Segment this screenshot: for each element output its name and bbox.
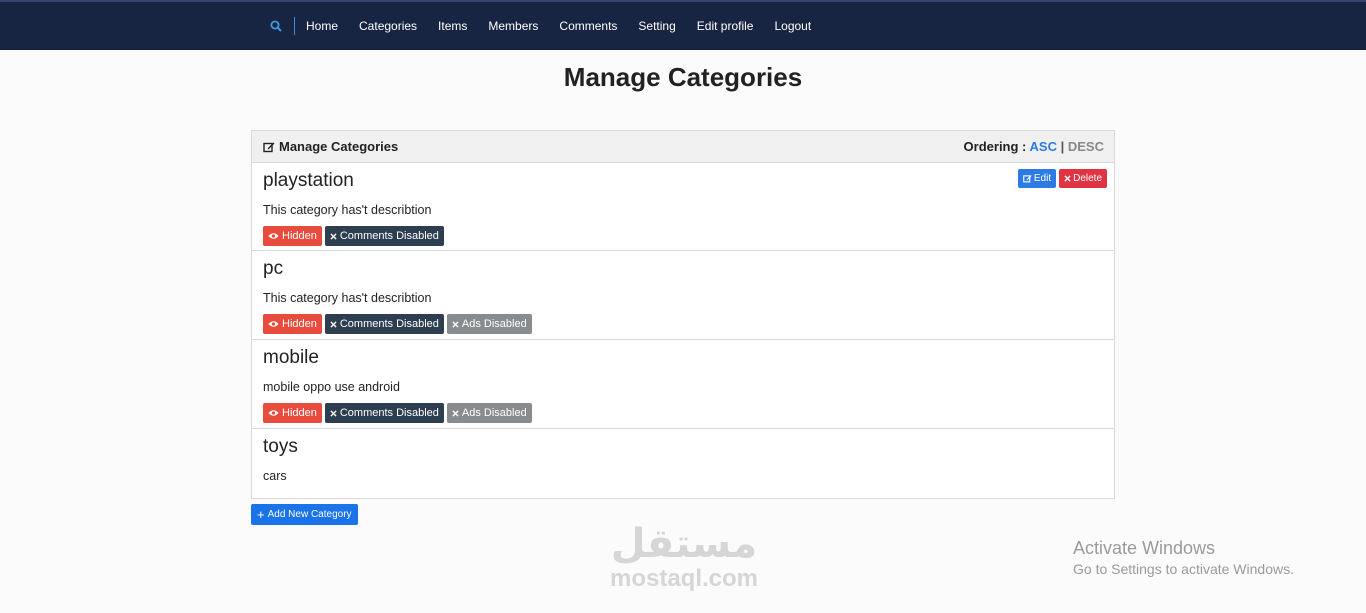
nav-items[interactable]: Items [438, 19, 467, 33]
eye-icon [268, 233, 279, 239]
page-title: Manage Categories [563, 62, 803, 92]
eye-icon [268, 410, 279, 416]
add-category-label: Add New Category [267, 509, 352, 520]
close-icon [330, 232, 337, 240]
edit-icon [263, 142, 275, 152]
category-actions: Edit Delete [1015, 169, 1107, 188]
category-name: mobile [263, 347, 319, 368]
ordering-control: Ordering : ASC | DESC [964, 139, 1104, 154]
eye-icon [268, 321, 279, 327]
delete-button[interactable]: Delete [1059, 169, 1107, 188]
category-item: pc This category has't describtion Hidde… [252, 251, 1114, 340]
nav-setting[interactable]: Setting [638, 19, 675, 33]
activation-subtitle: Go to Settings to activate Windows. [1073, 561, 1294, 577]
ordering-separator: | [1060, 139, 1065, 154]
delete-button-label: Delete [1073, 173, 1102, 184]
windows-activation-notice: Activate Windows Go to Settings to activ… [1073, 537, 1294, 579]
order-desc-link[interactable]: DESC [1068, 139, 1104, 154]
category-item: playstation Edit Delete This category ha… [252, 163, 1114, 251]
close-icon [330, 320, 337, 328]
nav-edit-profile[interactable]: Edit profile [697, 19, 754, 33]
watermark-latin: mostaql.com [609, 565, 759, 592]
categories-panel: Manage Categories Ordering : ASC | DESC … [251, 130, 1115, 499]
nav-comments[interactable]: Comments [559, 19, 617, 33]
edit-button[interactable]: Edit [1017, 169, 1057, 188]
mostaql-watermark: مستقل mostaql.com [600, 522, 768, 592]
comments-disabled-badge: Comments Disabled [324, 314, 444, 334]
category-item: mobile mobile oppo use android Hidden Co… [252, 340, 1114, 429]
ads-disabled-badge: Ads Disabled [446, 314, 532, 334]
panel-heading: Manage Categories Ordering : ASC | DESC [252, 131, 1114, 163]
order-asc-link[interactable]: ASC [1030, 139, 1057, 154]
edit-icon [1023, 175, 1032, 183]
category-name: pc [263, 258, 284, 279]
category-badges: Hidden Comments Disabled Ads Disabled [263, 314, 535, 334]
nav-logout[interactable]: Logout [774, 19, 811, 33]
activation-title: Activate Windows [1073, 538, 1216, 558]
search-icon[interactable] [270, 19, 284, 33]
close-icon [330, 409, 337, 417]
close-icon [1064, 175, 1071, 182]
watermark-arabic: مستقل [610, 521, 758, 567]
hidden-badge: Hidden [263, 403, 322, 423]
category-name: playstation [263, 170, 354, 191]
nav-menu: Home Categories Items Members Comments S… [270, 2, 832, 50]
ordering-label: Ordering : [963, 139, 1027, 154]
close-icon [452, 320, 459, 328]
nav-divider [294, 17, 295, 35]
comments-disabled-badge: Comments Disabled [324, 403, 444, 423]
category-description: cars [263, 469, 287, 483]
hidden-badge: Hidden [263, 226, 322, 246]
edit-button-label: Edit [1033, 173, 1052, 184]
top-navbar: Home Categories Items Members Comments S… [0, 0, 1366, 50]
category-description: This category has't describtion [263, 291, 432, 305]
category-description: mobile oppo use android [263, 380, 400, 394]
category-name: toys [263, 436, 298, 457]
nav-categories[interactable]: Categories [359, 19, 417, 33]
hidden-badge: Hidden [263, 314, 322, 334]
nav-home[interactable]: Home [306, 19, 338, 33]
category-description: This category has't describtion [263, 203, 432, 217]
panel-heading-label: Manage Categories [279, 139, 399, 154]
category-badges: Hidden Comments Disabled Ads Disabled [263, 403, 535, 423]
plus-icon: + [257, 507, 265, 522]
add-category-button[interactable]: + Add New Category [251, 504, 358, 525]
comments-disabled-badge: Comments Disabled [324, 226, 444, 246]
close-icon [452, 409, 459, 417]
category-item: toys cars [252, 429, 1114, 499]
category-badges: Hidden Comments Disabled [263, 226, 447, 246]
nav-members[interactable]: Members [488, 19, 538, 33]
ads-disabled-badge: Ads Disabled [446, 403, 532, 423]
panel-heading-title: Manage Categories [263, 139, 398, 154]
